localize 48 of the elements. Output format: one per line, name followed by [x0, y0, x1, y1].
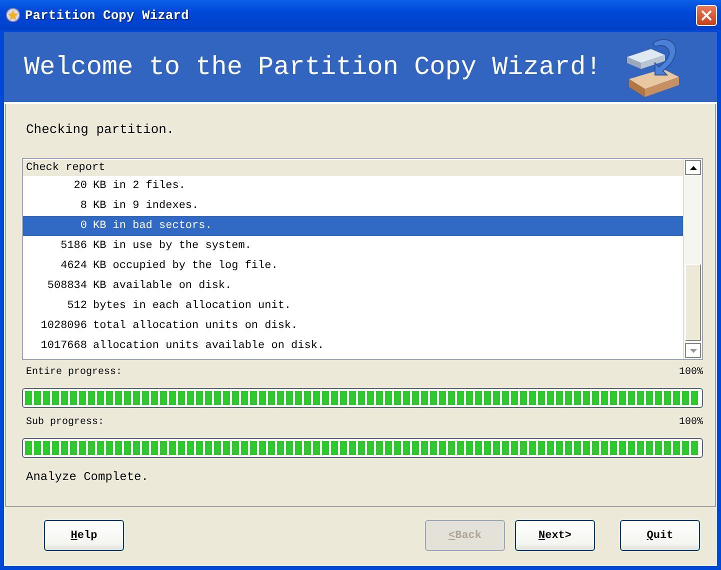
report-row[interactable]: 4624 KB occupied by the log file.	[23, 256, 683, 276]
scroll-up-button[interactable]	[685, 160, 701, 175]
report-row[interactable]: 0 KB in bad sectors.	[23, 216, 683, 236]
row-value: 508834	[46, 279, 88, 294]
wizard-button[interactable]: Next>	[515, 520, 595, 551]
progress-reading: 100%	[678, 416, 703, 430]
row-value: 1028096	[40, 319, 88, 334]
step-text: Checking partition.	[26, 122, 176, 139]
scrollbar[interactable]	[683, 159, 702, 359]
row-text: KB available on disk.	[93, 279, 232, 294]
status-text: Analyze Complete.	[26, 470, 150, 484]
progress-label: Sub progress:	[26, 416, 104, 430]
row-text: KB in 9 indexes.	[93, 199, 199, 214]
row-value: 20	[72, 179, 88, 194]
row-value: 8	[79, 199, 88, 214]
wizard-button[interactable]: Quit	[620, 520, 700, 551]
row-value: 512	[66, 299, 88, 314]
progress-label: Entire progress:	[26, 366, 122, 380]
report-row[interactable]: 1017668 allocation units available on disk.	[23, 336, 683, 356]
row-text: allocation units available on disk.	[93, 339, 324, 354]
row-text: total allocation units on disk.	[93, 319, 298, 334]
up-arrow-icon	[690, 166, 696, 170]
row-value: 4624	[60, 259, 88, 274]
report-row[interactable]: 512 bytes in each allocation unit.	[23, 296, 683, 316]
progress-reading: 100%	[678, 366, 703, 380]
banner-title: Welcome to the Partition Copy Wizard!	[24, 52, 602, 82]
report-row[interactable]: 5186 KB in use by the system.	[23, 236, 683, 256]
row-text: KB in 2 files.	[93, 179, 186, 194]
list-header: Check report	[23, 160, 683, 176]
close-button[interactable]	[696, 4, 717, 26]
row-value: 0	[79, 219, 88, 234]
scroll-down-button[interactable]	[685, 343, 701, 358]
row-value: 5186	[60, 239, 88, 254]
row-text: KB occupied by the log file.	[93, 259, 278, 274]
report-row[interactable]: 1028096 total allocation units on disk.	[23, 316, 683, 336]
report-row[interactable]: 8 KB in 9 indexes.	[23, 196, 683, 216]
down-arrow-icon	[690, 348, 696, 352]
report-row[interactable]: 20 KB in 2 files.	[23, 176, 683, 196]
window-title: Partition Copy Wizard	[25, 8, 190, 22]
row-text: KB in use by the system.	[93, 239, 252, 254]
report-row[interactable]: 508834 KB available on disk.	[23, 276, 683, 296]
wizard-button[interactable]: Help	[44, 520, 124, 551]
close-icon	[701, 10, 712, 20]
row-value: 1017668	[40, 339, 88, 354]
app-icon	[6, 8, 20, 22]
scroll-thumb[interactable]	[685, 264, 701, 341]
row-text: bytes in each allocation unit.	[93, 299, 292, 314]
row-text: KB in bad sectors.	[93, 219, 212, 234]
